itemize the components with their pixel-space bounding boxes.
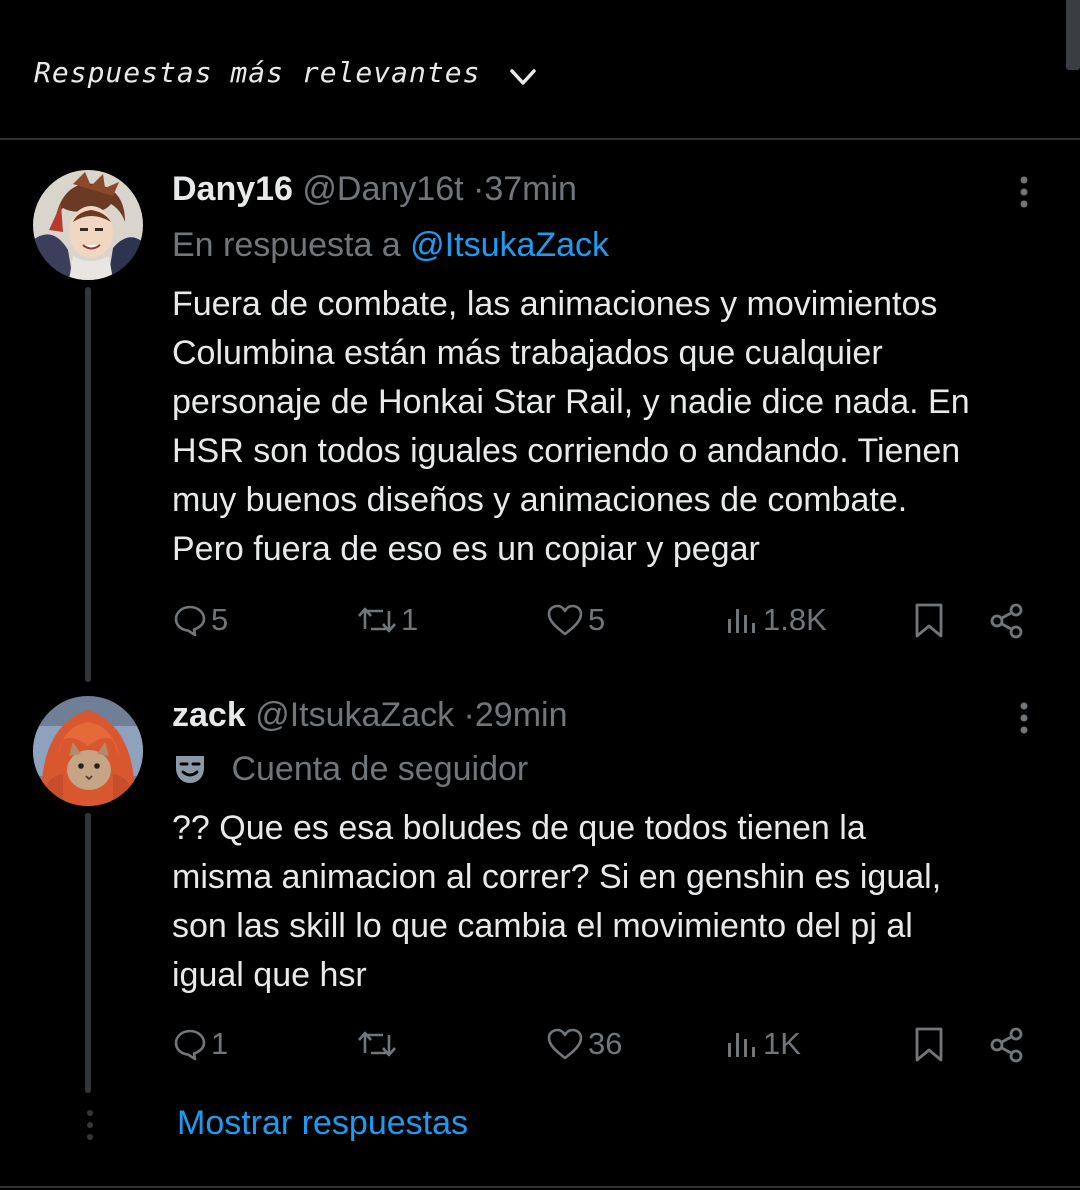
badge-label: Cuenta de seguidor — [231, 750, 529, 788]
repost-icon — [358, 1031, 396, 1057]
body-line: son las skill lo que cambia el movimient… — [172, 907, 913, 945]
author-name[interactable]: zack — [172, 696, 246, 734]
body-line: misma animacion al correr? Si en genshin… — [172, 858, 942, 896]
more-options-icon[interactable] — [1011, 698, 1037, 738]
author-name[interactable]: Dany16 — [172, 170, 293, 208]
like-button[interactable]: 36 — [546, 1022, 622, 1066]
analytics-icon — [728, 609, 755, 633]
follower-account-badge: Cuenta de seguidor — [172, 750, 528, 789]
heart-icon — [547, 604, 583, 636]
theater-mask-icon — [176, 756, 204, 783]
like-button[interactable]: 5 — [546, 598, 605, 642]
timestamp[interactable]: 29min — [475, 696, 568, 734]
separator-dot: · — [473, 170, 485, 208]
more-options-icon[interactable] — [1011, 172, 1037, 212]
comment-icon — [174, 1029, 206, 1061]
avatar[interactable] — [33, 170, 143, 280]
body-line: ?? Que es esa boludes de que todos tiene… — [172, 809, 866, 847]
chevron-down-icon[interactable] — [508, 62, 538, 92]
author-handle[interactable]: @ItsukaZack — [255, 696, 454, 734]
views-button[interactable]: 1K — [725, 1022, 801, 1066]
comment-icon — [174, 605, 206, 637]
share-icon[interactable] — [988, 602, 1026, 640]
share-icon[interactable] — [988, 1026, 1026, 1064]
heart-icon — [547, 1028, 583, 1060]
like-count: 36 — [588, 1026, 623, 1061]
timestamp[interactable]: 37min — [484, 170, 577, 208]
body-line: Pero fuera de eso es un copiar y pegar — [172, 530, 760, 568]
views-count: 1.8K — [763, 602, 827, 637]
thread-line — [85, 813, 91, 1093]
body-line: personaje de Honkai Star Rail, y nadie d… — [172, 383, 970, 421]
sort-dropdown-label[interactable]: Respuestas más relevantes — [34, 56, 480, 89]
separator-dot: · — [463, 696, 475, 734]
author-handle[interactable]: @Dany16t — [302, 170, 463, 208]
reply-mention-link[interactable]: @ItsukaZack — [410, 226, 609, 264]
reply-author-line: zack @ItsukaZack ·29min — [172, 696, 567, 735]
body-line: Columbina están más trabajados que cualq… — [172, 334, 883, 372]
repost-button[interactable] — [357, 1022, 401, 1066]
repost-count: 1 — [401, 602, 419, 637]
views-button[interactable]: 1.8K — [725, 598, 827, 642]
bookmark-icon[interactable] — [912, 602, 946, 640]
reply-author-line: Dany16 @Dany16t ·37min — [172, 170, 577, 209]
views-count: 1K — [763, 1026, 801, 1061]
body-line: HSR son todos iguales corriendo o andand… — [172, 432, 961, 470]
body-line: muy buenos diseños y animaciones de comb… — [172, 481, 908, 519]
repost-button[interactable]: 1 — [357, 598, 418, 642]
like-count: 5 — [588, 602, 606, 637]
analytics-icon — [728, 1033, 755, 1057]
reply-button[interactable]: 5 — [173, 598, 228, 642]
reply-button[interactable]: 1 — [173, 1022, 228, 1066]
avatar[interactable] — [33, 696, 143, 806]
thread-line — [85, 287, 91, 682]
body-line: Fuera de combate, las animaciones y movi… — [172, 285, 938, 323]
reply-count: 5 — [211, 602, 229, 637]
body-line: igual que hsr — [172, 956, 367, 994]
scrollbar-thumb[interactable] — [1066, 0, 1080, 70]
show-replies-link[interactable]: Mostrar respuestas — [177, 1104, 468, 1143]
reply-body: Fuera de combate, las animaciones y movi… — [172, 280, 1052, 574]
reply-context: En respuesta a @ItsukaZack — [172, 226, 609, 265]
repost-icon — [358, 607, 396, 633]
reply-body: ?? Que es esa boludes de que todos tiene… — [172, 804, 1052, 1000]
replies-header: Respuestas más relevantes — [0, 0, 1080, 140]
bookmark-icon[interactable] — [912, 1026, 946, 1064]
thread-continuation-dots-icon — [87, 1110, 93, 1140]
divider — [0, 1186, 1080, 1188]
reply-count: 1 — [211, 1026, 229, 1061]
reply-context-prefix: En respuesta a — [172, 226, 411, 264]
